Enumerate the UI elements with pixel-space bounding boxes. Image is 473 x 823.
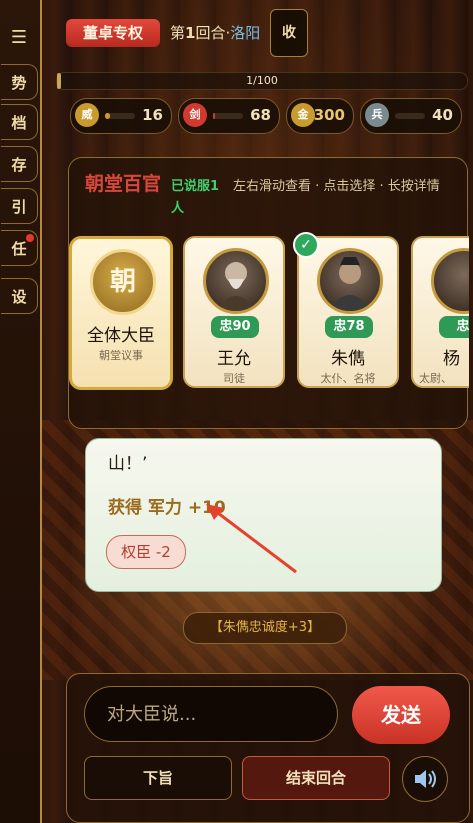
persuaded-count: 已说服1人 <box>171 179 220 216</box>
stat-bar <box>395 113 425 119</box>
official-name: 朱儁 <box>331 349 365 369</box>
official-card-all[interactable]: 朝 全体大臣 朝堂议事 <box>69 236 173 390</box>
gold-icon: 金 <box>291 103 315 127</box>
official-portrait <box>431 248 469 314</box>
prestige-icon: 威 <box>75 103 99 127</box>
official-role: 太仆、名将 <box>320 372 376 385</box>
sidebar: ☰ 势 档 存 引 任 设 <box>0 0 42 823</box>
round-suffix: 回合· <box>195 24 231 42</box>
official-portrait <box>203 248 269 314</box>
official-portrait <box>317 248 383 314</box>
stat-troops: 兵 40 <box>360 98 462 134</box>
send-button[interactable]: 发送 <box>352 686 450 744</box>
official-role: 司徒 <box>223 372 245 385</box>
troops-icon: 兵 <box>365 103 389 127</box>
scenario-badge[interactable]: 董卓专权 <box>66 19 160 47</box>
loyalty-toast: 【朱儁忠诚度+3】 <box>183 612 347 644</box>
stat-force: 剑 68 <box>178 98 280 134</box>
court-title: 朝堂百官 <box>85 173 162 195</box>
sidebar-item-archive[interactable]: 档 <box>1 104 38 140</box>
stat-bar-fill <box>213 113 215 119</box>
progress-label: 1/100 <box>246 74 278 87</box>
stat-bar-fill <box>105 113 110 119</box>
round-number: 1 <box>185 24 196 42</box>
stat-value: 16 <box>142 106 163 124</box>
loyalty-badge: 忠90 <box>211 316 259 338</box>
sidebar-item-label: 设 <box>11 287 27 306</box>
loyalty-badge: 忠 <box>439 316 469 338</box>
official-card-yang[interactable]: 忠 杨 太尉、 <box>411 236 469 388</box>
stat-gold: 金 300 <box>286 98 354 134</box>
sidebar-item-settings[interactable]: 设 <box>1 278 38 314</box>
sword-icon: 剑 <box>183 103 207 127</box>
official-card-wangyun[interactable]: 忠90 王允 司徒 <box>183 236 285 388</box>
sidebar-item-task[interactable]: 任 <box>1 230 38 266</box>
court-emblem-icon: 朝 <box>90 249 156 315</box>
sound-button[interactable] <box>402 756 448 802</box>
stat-value: 40 <box>432 106 453 124</box>
location-label: 洛阳 <box>230 24 261 42</box>
court-hint: 左右滑动查看 · 点击选择 · 长按详情 <box>233 179 440 194</box>
stat-bar <box>213 113 243 119</box>
effect-badge: 权臣 -2 <box>106 535 186 569</box>
official-name: 杨 <box>443 349 460 369</box>
sidebar-item-label: 势 <box>11 73 27 92</box>
official-role: 朝堂议事 <box>99 349 143 362</box>
check-icon: ✓ <box>293 232 319 258</box>
official-name: 王允 <box>217 349 251 369</box>
menu-icon[interactable]: ☰ <box>1 20 37 54</box>
sidebar-item-label: 存 <box>11 155 27 174</box>
stat-value: 300 <box>313 106 345 124</box>
sidebar-item-guide[interactable]: 引 <box>1 188 38 224</box>
dialogue-text: 山！’ <box>108 454 148 474</box>
sidebar-item-power[interactable]: 势 <box>1 64 38 100</box>
notification-dot <box>26 234 34 242</box>
court-officials-panel: 朝堂百官 已说服1人 左右滑动查看 · 点击选择 · 长按详情 朝 全体大臣 朝… <box>68 157 469 429</box>
stat-bar <box>105 113 135 119</box>
official-card-zhujun[interactable]: ✓ 忠78 朱儁 太仆、名将 <box>293 232 399 388</box>
sidebar-item-label: 引 <box>11 197 27 216</box>
pointer-arrow-icon <box>206 504 297 574</box>
round-info: 第1回合·洛阳 <box>170 22 260 43</box>
end-round-button[interactable]: 结束回合 <box>242 756 390 800</box>
sidebar-item-label: 档 <box>11 113 27 132</box>
collapse-button[interactable]: 收 <box>270 9 308 57</box>
decree-button[interactable]: 下旨 <box>84 756 232 800</box>
official-role: 太尉、 <box>419 372 452 385</box>
official-name: 全体大臣 <box>87 326 155 346</box>
sidebar-item-label: 任 <box>11 239 27 258</box>
round-prefix: 第 <box>170 24 186 42</box>
chat-input[interactable] <box>84 686 338 742</box>
speaker-icon <box>415 770 436 788</box>
sidebar-item-save[interactable]: 存 <box>1 146 38 182</box>
loyalty-badge: 忠78 <box>325 316 373 338</box>
stat-prestige: 威 16 <box>70 98 172 134</box>
stat-value: 68 <box>250 106 271 124</box>
round-progress-bar: 1/100 <box>56 72 468 90</box>
stats-bar: 威 16 剑 68 金 300 兵 40 <box>70 98 470 134</box>
